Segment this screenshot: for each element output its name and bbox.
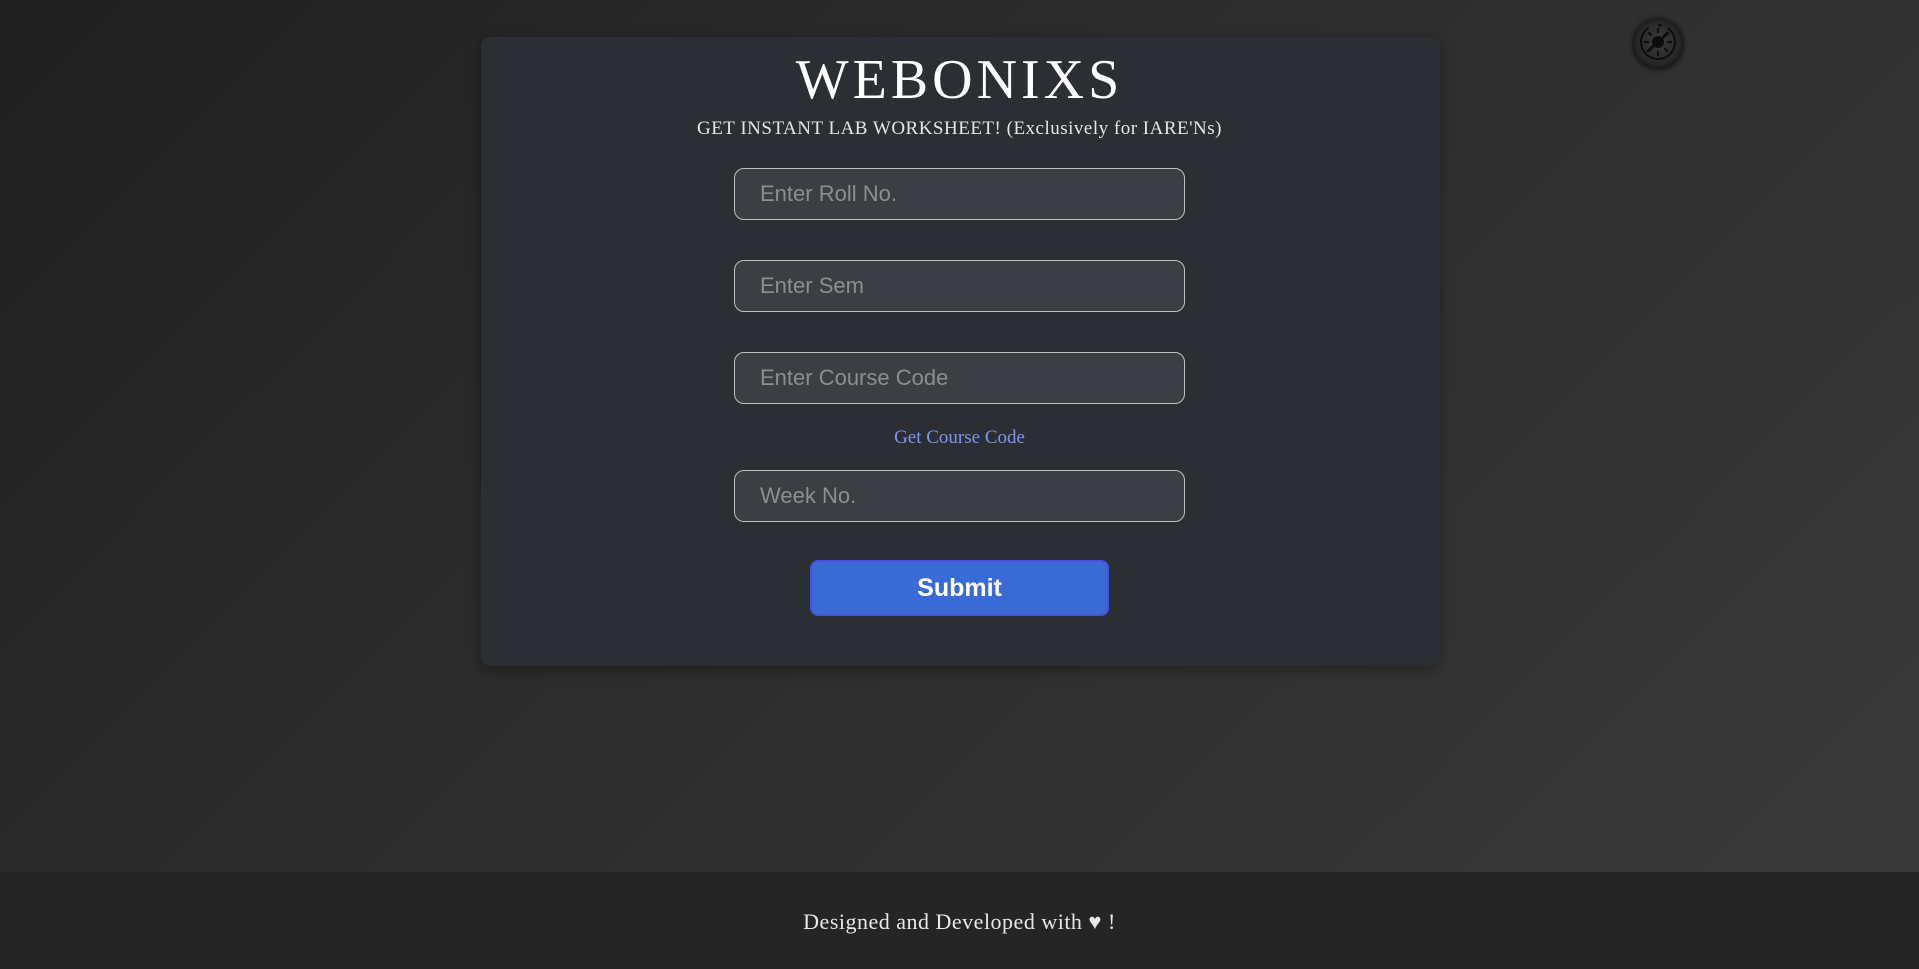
brand-title: WEBONIXS xyxy=(795,49,1124,111)
get-course-code-link[interactable]: Get Course Code xyxy=(0,428,1919,447)
footer-text: Designed and Developed with ♥ ! xyxy=(803,909,1116,934)
semester-input[interactable] xyxy=(734,260,1185,312)
week-number-input[interactable] xyxy=(734,470,1185,522)
roll-number-input[interactable] xyxy=(734,168,1185,220)
page-subtitle: GET INSTANT LAB WORKSHEET! (Exclusively … xyxy=(696,118,1222,139)
submit-button[interactable]: Submit xyxy=(810,560,1109,616)
course-code-input[interactable] xyxy=(734,352,1185,404)
